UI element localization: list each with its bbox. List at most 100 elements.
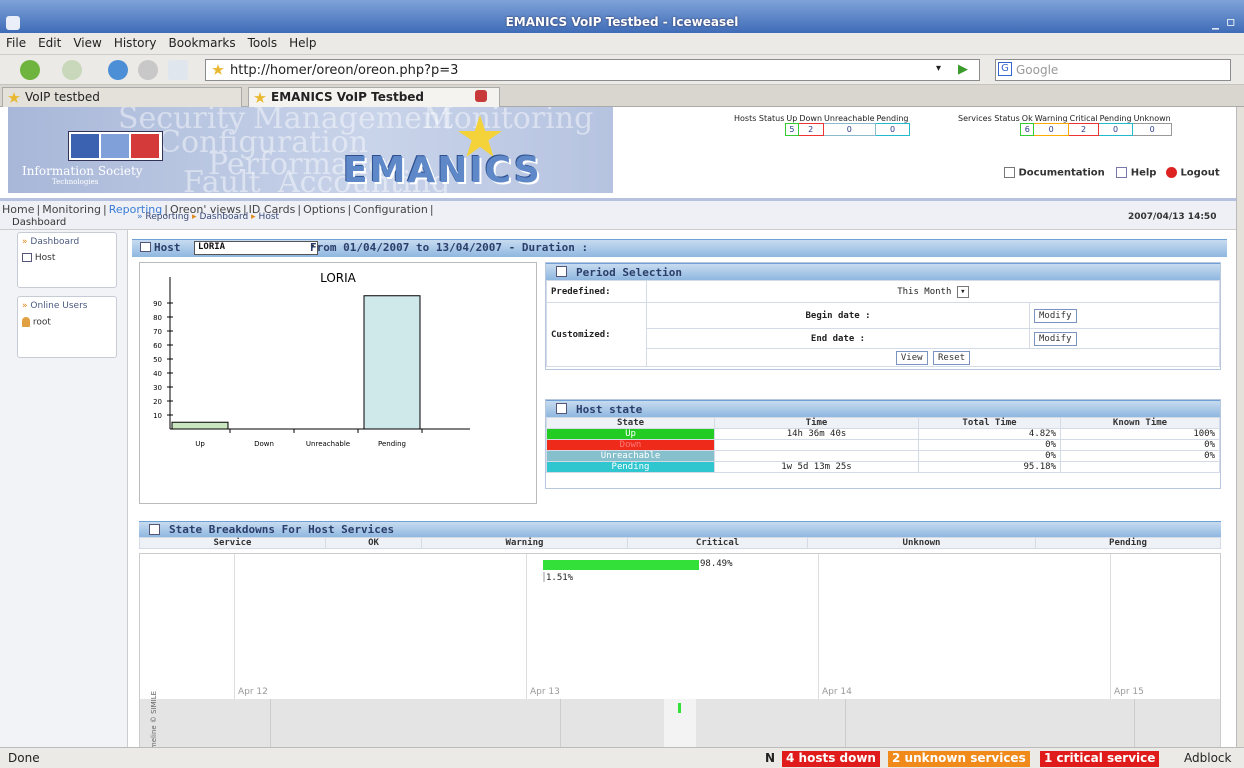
tab-label: EMANICS VoIP Testbed: [271, 90, 425, 104]
statusbar: Done N 4 hosts down 2 unknown services 1…: [0, 747, 1244, 768]
hosts-up-count[interactable]: 5: [784, 123, 799, 136]
minimize-icon[interactable]: _: [1212, 14, 1219, 30]
predefined-label: Predefined:: [546, 280, 647, 303]
end-date-modify-button[interactable]: Modify: [1034, 331, 1077, 346]
host-icon: [22, 253, 32, 262]
services-critical-count[interactable]: 2: [1068, 123, 1100, 136]
documentation-link[interactable]: Documentation: [1018, 168, 1104, 179]
host-bar: Host LORIA ▾ From 01/04/2007 to 13/04/20…: [132, 239, 1227, 257]
services-ok-count[interactable]: 6: [1020, 123, 1035, 136]
back-icon[interactable]: [20, 60, 40, 80]
url-dropdown-icon[interactable]: ▾: [936, 63, 941, 74]
window-title: EMANICS VoIP Testbed - Iceweasel: [505, 15, 739, 29]
timeline-overview-band[interactable]: Timeline © SIMILE: [140, 691, 1220, 747]
tab-favicon: [8, 92, 20, 103]
tab-label: VoIP testbed: [25, 90, 100, 104]
help-icon: [1116, 167, 1128, 178]
emanics-logo: EMANICS: [343, 150, 542, 191]
host-state-box: Host state State Time Total Time Known T…: [545, 399, 1221, 489]
state-pending: Pending: [546, 461, 715, 473]
customized-label: Customized:: [546, 302, 647, 367]
critical-timeline-bar[interactable]: [543, 572, 545, 582]
adblock-label[interactable]: Adblock: [1184, 751, 1231, 765]
ok-timeline-bar[interactable]: [543, 560, 699, 570]
period-selection-box: Period Selection Predefined: This Month …: [545, 262, 1221, 370]
menu-help[interactable]: Help: [283, 33, 322, 50]
begin-date-modify-button[interactable]: Modify: [1034, 308, 1077, 323]
menu-tools[interactable]: Tools: [242, 33, 284, 50]
services-status-label: Services Status: [958, 114, 1020, 124]
x-tick-label: Up: [195, 440, 205, 448]
host-state-header: Host state: [546, 400, 1220, 417]
state-down: Down: [546, 439, 715, 451]
y-tick-label: 10: [153, 412, 162, 420]
nav-monitoring[interactable]: Monitoring: [40, 201, 103, 216]
forward-icon[interactable]: [62, 60, 82, 80]
breadcrumb-dashboard[interactable]: Dashboard: [199, 212, 248, 222]
close-tab-icon[interactable]: [475, 90, 487, 102]
menu-view[interactable]: View: [67, 33, 107, 50]
nav-options[interactable]: Options: [301, 201, 347, 216]
service-breakdown-section: State Breakdowns For Host Services Servi…: [139, 521, 1221, 549]
help-link[interactable]: Help: [1131, 168, 1157, 179]
nav-configuration[interactable]: Configuration: [351, 201, 430, 216]
stop-icon[interactable]: [138, 60, 158, 80]
hosts-status-table: Hosts Status Up Down Unreachable Pending…: [734, 114, 910, 136]
critical-service-badge[interactable]: 1 critical service: [1040, 751, 1160, 767]
services-unknown-count[interactable]: 0: [1132, 123, 1173, 136]
hosts-unreachable-count[interactable]: 0: [822, 123, 877, 136]
y-tick-label: 80: [153, 314, 162, 322]
dashboard-heading: Dashboard: [30, 237, 80, 247]
breadcrumb-reporting[interactable]: Reporting: [145, 212, 189, 222]
services-warning-count[interactable]: 0: [1033, 123, 1070, 136]
menu-history[interactable]: History: [108, 33, 163, 50]
search-box[interactable]: G Google: [995, 59, 1231, 81]
status-text: Done: [8, 751, 40, 765]
ok-bar-label: 98.49%: [700, 559, 733, 569]
chevron-down-icon: ▾: [956, 285, 969, 298]
url-bar[interactable]: http://homer/oreon/oreon.php?p=3 ▾ ▶: [205, 59, 980, 81]
maximize-icon[interactable]: ▫: [1226, 14, 1236, 30]
begin-date-label: Begin date :: [646, 302, 1030, 329]
tab-voip-testbed[interactable]: VoIP testbed: [2, 87, 242, 107]
y-tick-label: 20: [153, 398, 162, 406]
menu-file[interactable]: File: [0, 33, 32, 50]
reload-icon[interactable]: [108, 60, 128, 80]
unknown-services-badge[interactable]: 2 unknown services: [888, 751, 1030, 767]
predefined-select[interactable]: This Month ▾: [897, 285, 969, 298]
home-icon[interactable]: [168, 60, 188, 80]
online-user[interactable]: root: [22, 317, 112, 328]
host-state-icon: [556, 403, 567, 414]
end-date-label: End date :: [646, 328, 1030, 349]
y-tick-label: 60: [153, 342, 162, 350]
nav-home[interactable]: Home: [0, 201, 36, 216]
view-button[interactable]: View: [895, 350, 928, 365]
hosts-pending-count[interactable]: 0: [875, 123, 910, 136]
host-state-table: State Time Total Time Known Time Up 14h …: [546, 417, 1220, 473]
hosts-down-badge[interactable]: 4 hosts down: [782, 751, 880, 767]
breadcrumb-host[interactable]: Host: [259, 212, 280, 222]
logout-link[interactable]: Logout: [1180, 168, 1219, 179]
services-icon: [149, 524, 160, 535]
host-select[interactable]: LORIA ▾: [194, 241, 318, 255]
top-links: Documentation Help Logout: [1004, 167, 1220, 179]
services-pending-count[interactable]: 0: [1098, 123, 1134, 136]
tab-emanics[interactable]: EMANICS VoIP Testbed: [248, 87, 500, 107]
timeline[interactable]: 98.49% 1.51% Apr 12 Apr 13 Apr 14 Apr 15…: [139, 553, 1221, 747]
site-icon: [212, 64, 224, 75]
calendar-icon: [556, 266, 567, 277]
site-banner: Security Management Monitoring Configura…: [8, 107, 613, 193]
menu-item-host[interactable]: Host: [22, 253, 112, 263]
vertical-scrollbar[interactable]: [1236, 107, 1244, 747]
timeline-date: Apr 12: [238, 687, 268, 697]
hosts-down-count[interactable]: 2: [797, 123, 824, 136]
go-icon[interactable]: ▶: [958, 62, 968, 77]
date-range: From 01/04/2007 to 13/04/2007 - Duration…: [310, 241, 589, 254]
table-row: Down 0% 0%: [546, 439, 1220, 451]
y-tick-label: 90: [153, 300, 162, 308]
menu-edit[interactable]: Edit: [32, 33, 67, 50]
menu-bookmarks[interactable]: Bookmarks: [163, 33, 242, 50]
logout-icon: [1165, 167, 1177, 178]
y-tick-label: 50: [153, 356, 162, 364]
reset-button[interactable]: Reset: [933, 350, 971, 365]
